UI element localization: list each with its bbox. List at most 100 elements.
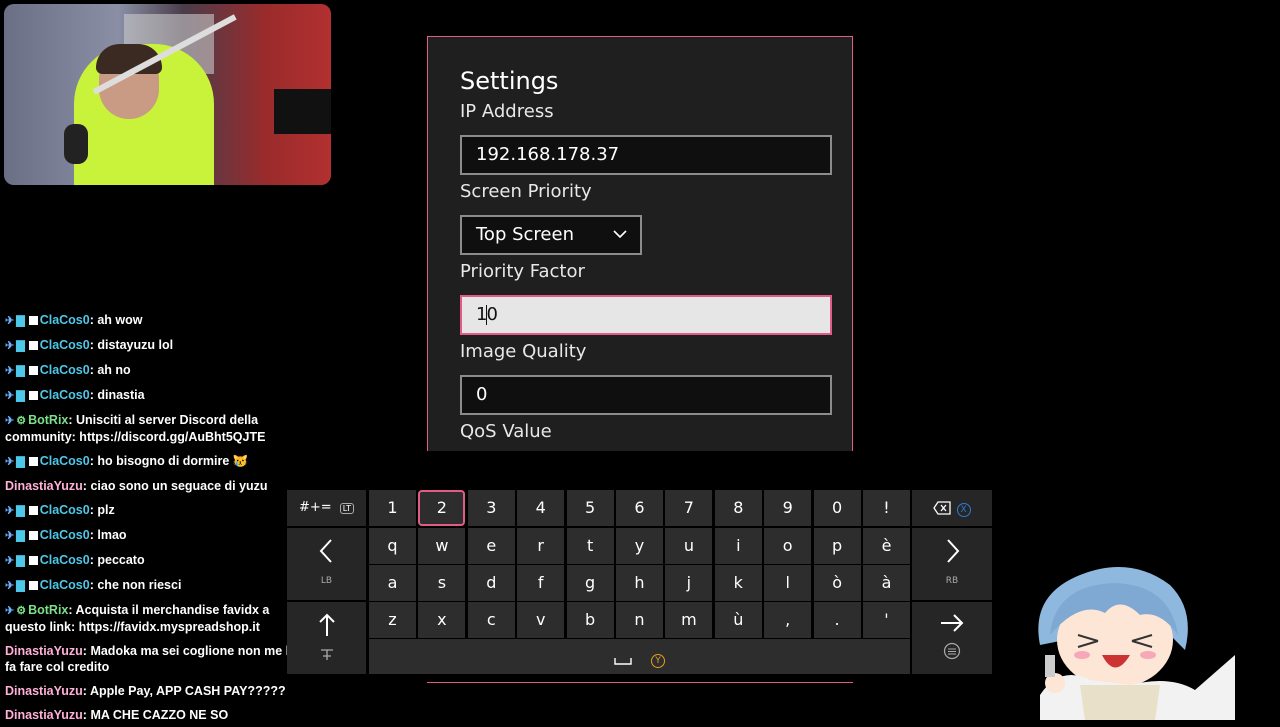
- ip-address-value: 192.168.178.37: [476, 144, 620, 165]
- key-7[interactable]: 8: [714, 490, 762, 526]
- key-26[interactable]: g: [566, 565, 614, 601]
- subscriber-badge-icon: ▇: [16, 390, 25, 402]
- key-38[interactable]: n: [616, 602, 663, 638]
- sword-badge-icon: ✈: [5, 456, 15, 468]
- chat-username[interactable]: ClaCos0: [40, 553, 90, 567]
- chat-username[interactable]: BotRix: [28, 603, 68, 617]
- sword-badge-icon: ✈: [5, 580, 15, 592]
- chat-text: plz: [97, 503, 115, 517]
- chat-username[interactable]: DinastiaYuzu: [5, 479, 83, 493]
- key-9[interactable]: 0: [813, 490, 861, 526]
- sword-badge-icon: ✈: [5, 530, 15, 542]
- key-42[interactable]: .: [813, 602, 861, 638]
- chat-username[interactable]: ClaCos0: [40, 313, 90, 327]
- ip-address-field[interactable]: 192.168.178.37: [460, 135, 832, 175]
- chat-username[interactable]: ClaCos0: [40, 338, 90, 352]
- chat-message: DinastiaYuzu: Apple Pay, APP CASH PAY???…: [5, 679, 305, 703]
- key-32[interactable]: à: [863, 565, 910, 601]
- backspace-key[interactable]: X: [912, 490, 992, 526]
- key-34[interactable]: x: [418, 602, 466, 638]
- cursor-left-key[interactable]: LB: [287, 528, 366, 600]
- key-13[interactable]: e: [467, 528, 515, 564]
- key-24[interactable]: d: [467, 565, 515, 601]
- key-1[interactable]: 2: [418, 490, 466, 526]
- key-10[interactable]: !: [863, 490, 910, 526]
- priority-factor-field[interactable]: 10: [460, 295, 832, 335]
- chat-message: DinastiaYuzu: ciao sono un seguace di yu…: [5, 474, 305, 498]
- chat-separator: :: [68, 413, 77, 427]
- key-37[interactable]: b: [566, 602, 614, 638]
- key-15[interactable]: t: [566, 528, 614, 564]
- white-badge-icon: [28, 506, 38, 516]
- key-39[interactable]: m: [665, 602, 713, 638]
- chat-message: ✈ ⚙ BotRix: Acquista il merchandise favidx…: [5, 598, 305, 639]
- sword-badge-icon: ✈: [5, 505, 15, 517]
- chat-username[interactable]: ClaCos0: [40, 388, 90, 402]
- key-14[interactable]: r: [517, 528, 565, 564]
- chat-message: ✈ ▇ ClaCos0: ah wow: [5, 308, 305, 333]
- chat-username[interactable]: DinastiaYuzu: [5, 684, 83, 698]
- key-41[interactable]: ,: [764, 602, 812, 638]
- chat-separator: :: [68, 603, 76, 617]
- key-5[interactable]: 6: [616, 490, 663, 526]
- chat-username[interactable]: BotRix: [28, 413, 68, 427]
- webcam-monitor: [274, 89, 331, 134]
- chat-username[interactable]: ClaCos0: [40, 528, 90, 542]
- key-18[interactable]: i: [714, 528, 762, 564]
- on-screen-keyboard: #+= LT LB RB X Y 1 2 3 4 5 6 7 8 9 0 ! q…: [287, 490, 993, 674]
- chat-username[interactable]: DinastiaYuzu: [5, 644, 83, 658]
- key-16[interactable]: y: [616, 528, 663, 564]
- sword-badge-icon: ✈: [5, 390, 15, 402]
- subscriber-badge-icon: ▇: [16, 505, 25, 517]
- sword-badge-icon: ✈: [5, 365, 15, 377]
- shift-key[interactable]: [287, 602, 366, 674]
- key-31[interactable]: ò: [813, 565, 861, 601]
- key-6[interactable]: 7: [665, 490, 713, 526]
- key-2[interactable]: 3: [467, 490, 515, 526]
- settings-title: Settings: [460, 67, 559, 95]
- chat-username[interactable]: ClaCos0: [40, 454, 90, 468]
- image-quality-field[interactable]: 0: [460, 375, 832, 415]
- key-17[interactable]: u: [665, 528, 713, 564]
- symbols-key[interactable]: #+= LT: [287, 490, 366, 526]
- key-11[interactable]: q: [369, 528, 416, 564]
- screen-priority-label: Screen Priority: [460, 181, 592, 202]
- key-3[interactable]: 4: [517, 490, 565, 526]
- key-21[interactable]: è: [863, 528, 910, 564]
- screen-priority-dropdown[interactable]: Top Screen: [460, 215, 642, 255]
- image-quality-value: 0: [476, 384, 488, 405]
- key-25[interactable]: f: [517, 565, 565, 601]
- chat-message: DinastiaYuzu: MA CHE CAZZO NE SO: [5, 703, 305, 727]
- chat-username[interactable]: ClaCos0: [40, 363, 90, 377]
- priority-factor-label: Priority Factor: [460, 261, 585, 282]
- key-8[interactable]: 9: [764, 490, 812, 526]
- key-22[interactable]: a: [369, 565, 416, 601]
- key-36[interactable]: v: [517, 602, 565, 638]
- key-12[interactable]: w: [418, 528, 466, 564]
- lt-trigger-icon: LT: [339, 503, 355, 514]
- key-19[interactable]: o: [764, 528, 812, 564]
- cursor-right-key[interactable]: RB: [912, 528, 992, 600]
- key-23[interactable]: s: [418, 565, 466, 601]
- key-30[interactable]: l: [764, 565, 812, 601]
- key-28[interactable]: j: [665, 565, 713, 601]
- white-badge-icon: [28, 341, 38, 351]
- key-20[interactable]: p: [813, 528, 861, 564]
- key-33[interactable]: z: [369, 602, 416, 638]
- key-27[interactable]: h: [616, 565, 663, 601]
- enter-key[interactable]: [912, 602, 992, 674]
- chat-username[interactable]: ClaCos0: [40, 578, 90, 592]
- chat-text: peccato: [97, 553, 145, 567]
- key-29[interactable]: k: [714, 565, 762, 601]
- key-4[interactable]: 5: [566, 490, 614, 526]
- key-40[interactable]: ù: [714, 602, 762, 638]
- chat-text: ho bisogno di dormire 😿: [97, 454, 249, 468]
- key-35[interactable]: c: [467, 602, 515, 638]
- space-key[interactable]: Y: [369, 639, 910, 674]
- key-43[interactable]: ': [863, 602, 910, 638]
- panel-bottom-border: [427, 682, 853, 683]
- chat-message: ✈ ▇ ClaCos0: plz: [5, 498, 305, 523]
- key-0[interactable]: 1: [369, 490, 416, 526]
- chat-username[interactable]: ClaCos0: [40, 503, 90, 517]
- chat-separator: :: [82, 684, 90, 698]
